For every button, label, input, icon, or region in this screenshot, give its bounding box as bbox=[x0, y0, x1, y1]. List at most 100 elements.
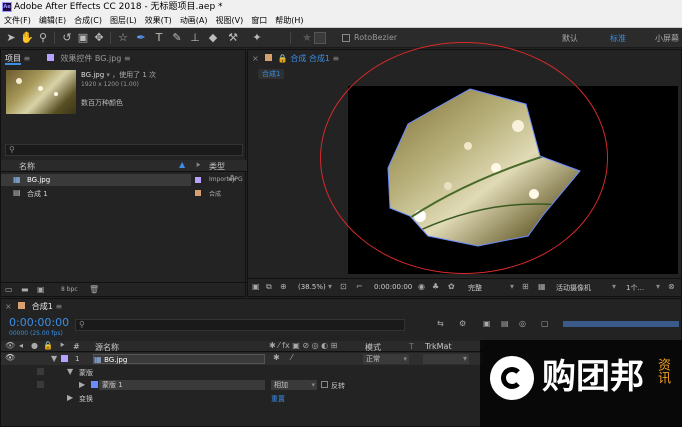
color-wheel-icon[interactable]: ✿ bbox=[448, 282, 455, 291]
lock-icon[interactable]: 🔒 bbox=[43, 341, 53, 350]
workspace-default[interactable]: 默认 bbox=[562, 33, 578, 44]
chevron-down-icon[interactable]: ▾ bbox=[656, 282, 660, 291]
expand-arrow-icon[interactable]: ▶ bbox=[79, 380, 85, 389]
puppet-tool-icon[interactable]: ✦ bbox=[250, 31, 264, 45]
project-item-row[interactable]: ▦ BG.jpg ImporteJPG bbox=[1, 174, 243, 186]
audio-toggle[interactable] bbox=[37, 381, 44, 388]
column-type[interactable]: 类型 bbox=[209, 161, 225, 172]
resolution-select[interactable]: 完整 bbox=[468, 283, 482, 293]
camera-tool-icon[interactable]: ▣ bbox=[76, 31, 90, 45]
draft-3d-icon[interactable]: ⚙ bbox=[459, 319, 466, 328]
dropdown-arrow-icon[interactable]: ▾ bbox=[106, 71, 110, 79]
audio-toggle[interactable] bbox=[37, 368, 44, 375]
menu-icon[interactable]: ≡ bbox=[55, 302, 62, 311]
label-swatch[interactable] bbox=[61, 355, 68, 362]
timeline-search-input[interactable]: ⚲ bbox=[75, 319, 405, 331]
mode-column[interactable]: 模式 bbox=[365, 342, 381, 353]
eraser-tool-icon[interactable]: ◆ bbox=[206, 31, 220, 45]
fit-frame-icon[interactable]: ⊡ bbox=[340, 282, 347, 291]
mask-name-field[interactable]: 蒙版 1 bbox=[99, 380, 265, 390]
tab-composition[interactable]: 合成 合成1 bbox=[290, 54, 330, 63]
mask-invert-checkbox[interactable] bbox=[321, 381, 328, 388]
rotate-tool-icon[interactable]: ↺ bbox=[60, 31, 74, 45]
eye-icon[interactable]: 👁 bbox=[5, 353, 15, 362]
lock-icon[interactable]: 🔒 bbox=[278, 54, 288, 63]
solo-icon[interactable]: ● bbox=[31, 341, 38, 350]
zoom-tool-icon[interactable]: ⚲ bbox=[36, 31, 50, 45]
chevron-down-icon[interactable]: ▾ bbox=[328, 282, 332, 291]
trkmat-column[interactable]: TrkMat bbox=[425, 342, 452, 351]
time-navigator-bar[interactable] bbox=[563, 321, 679, 327]
comp-mini-flowchart-icon[interactable]: ⇆ bbox=[437, 319, 444, 328]
layer-row[interactable]: 👁 ▼ 1 ▦ BG.jpg ✱ ⁄ 正常 ▾ ▾ bbox=[1, 353, 483, 365]
mask-mode-select[interactable]: 相加 ▾ bbox=[271, 380, 317, 390]
timeline-timecode[interactable]: 0:00:00:00 bbox=[9, 316, 69, 329]
expand-arrow-icon[interactable]: ▼ bbox=[51, 354, 57, 363]
audio-icon[interactable]: ◂ bbox=[19, 341, 23, 350]
pan-behind-tool-icon[interactable]: ✥ bbox=[92, 31, 106, 45]
flowchart-icon[interactable]: ⁂ bbox=[228, 174, 236, 183]
label-color-swatch[interactable] bbox=[195, 190, 201, 196]
menu-view[interactable]: 视图(V) bbox=[212, 14, 248, 28]
mask-row[interactable]: ▶ 蒙版 1 相加 ▾ 反转 bbox=[1, 379, 483, 391]
motion-blur-icon[interactable]: ◎ bbox=[519, 319, 526, 328]
layer-name-field[interactable]: ▦ BG.jpg bbox=[93, 354, 265, 364]
menu-file[interactable]: 文件(F) bbox=[0, 14, 35, 28]
switches-icons[interactable]: ✱ ⁄ fx ▣ ⊘ ◎ ◐ ⊞ bbox=[269, 341, 337, 350]
column-name[interactable]: 名称 bbox=[19, 161, 35, 172]
camera-view-select[interactable]: 活动摄像机 bbox=[556, 283, 591, 293]
menu-icon[interactable]: ≡ bbox=[333, 54, 340, 63]
new-folder-icon[interactable]: ▬ bbox=[21, 285, 29, 294]
close-icon[interactable]: × bbox=[5, 302, 12, 311]
zoom-level[interactable]: (38.5%) bbox=[298, 283, 326, 291]
trash-icon[interactable]: 🗑 bbox=[89, 285, 99, 294]
label-color-swatch[interactable] bbox=[195, 177, 201, 183]
menu-icon[interactable]: ≡ bbox=[124, 54, 131, 63]
eye-icon[interactable]: 👁 bbox=[5, 341, 15, 350]
collapse-arrow-icon[interactable]: ▼ bbox=[67, 367, 73, 376]
workspace-standard[interactable]: 标准 bbox=[610, 33, 626, 44]
transform-row[interactable]: ▶ 变换 重置 bbox=[1, 392, 483, 404]
tab-effect-controls[interactable]: 效果控件 BG.jpg bbox=[60, 54, 121, 63]
menu-icon[interactable]: ≡ bbox=[24, 54, 31, 63]
expand-arrow-icon[interactable]: ▶ bbox=[67, 393, 73, 402]
menu-edit[interactable]: 编辑(E) bbox=[35, 14, 70, 28]
fill-swatch[interactable] bbox=[314, 32, 326, 44]
always-preview-icon[interactable]: ▣ bbox=[252, 282, 260, 291]
layer-mode-select[interactable]: 正常 ▾ bbox=[363, 354, 409, 364]
roto-brush-tool-icon[interactable]: ⚒ bbox=[226, 31, 240, 45]
source-name-column[interactable]: 源名称 bbox=[95, 342, 119, 353]
new-composition-icon[interactable]: ▣ bbox=[37, 285, 45, 294]
transparency-grid-icon[interactable]: ▦ bbox=[538, 282, 546, 291]
menu-effect[interactable]: 效果(T) bbox=[141, 14, 176, 28]
shy-layers-icon[interactable]: ▣ bbox=[483, 319, 491, 328]
workspace-small-screen[interactable]: 小屏幕 bbox=[655, 33, 679, 44]
menu-composition[interactable]: 合成(C) bbox=[70, 14, 106, 28]
sort-arrow-icon[interactable]: ▲ bbox=[179, 160, 185, 169]
tab-project[interactable]: 项目 bbox=[5, 54, 21, 65]
close-icon[interactable]: × bbox=[252, 54, 259, 63]
trkmat-select[interactable]: ▾ bbox=[423, 354, 469, 364]
graph-editor-icon[interactable]: ▢ bbox=[541, 319, 549, 328]
tab-timeline[interactable]: 合成1 bbox=[32, 302, 53, 311]
menu-window[interactable]: 窗口 bbox=[247, 14, 271, 28]
brush-tool-icon[interactable]: ✎ bbox=[170, 31, 184, 45]
chevron-down-icon[interactable]: ▾ bbox=[510, 282, 514, 291]
vr-goggles-icon[interactable]: ⊕ bbox=[280, 282, 287, 291]
comp-breadcrumb[interactable]: 合成1 bbox=[258, 69, 285, 79]
type-tool-icon[interactable]: T bbox=[152, 31, 166, 45]
menu-animation[interactable]: 动画(A) bbox=[176, 14, 212, 28]
reset-link[interactable]: 重置 bbox=[271, 394, 285, 404]
render-icon[interactable]: ⧉ bbox=[266, 282, 272, 292]
project-search-input[interactable]: ⚲ bbox=[5, 144, 243, 156]
reset-exposure-icon[interactable]: ⊗ bbox=[668, 282, 675, 291]
snapshot-icon[interactable]: ◉ bbox=[418, 282, 425, 291]
rotobezier-checkbox[interactable] bbox=[342, 34, 350, 42]
pen-tool-icon[interactable]: ✒ bbox=[134, 31, 148, 45]
comp-viewer[interactable] bbox=[348, 86, 678, 274]
clone-stamp-tool-icon[interactable]: ⊥ bbox=[188, 31, 202, 45]
frame-blending-icon[interactable]: ▤ bbox=[501, 319, 509, 328]
shy-switch-icon[interactable]: ✱ bbox=[273, 353, 280, 362]
chevron-down-icon[interactable]: ▾ bbox=[612, 282, 616, 291]
mask-group-row[interactable]: ▼ 蒙版 bbox=[1, 366, 483, 378]
